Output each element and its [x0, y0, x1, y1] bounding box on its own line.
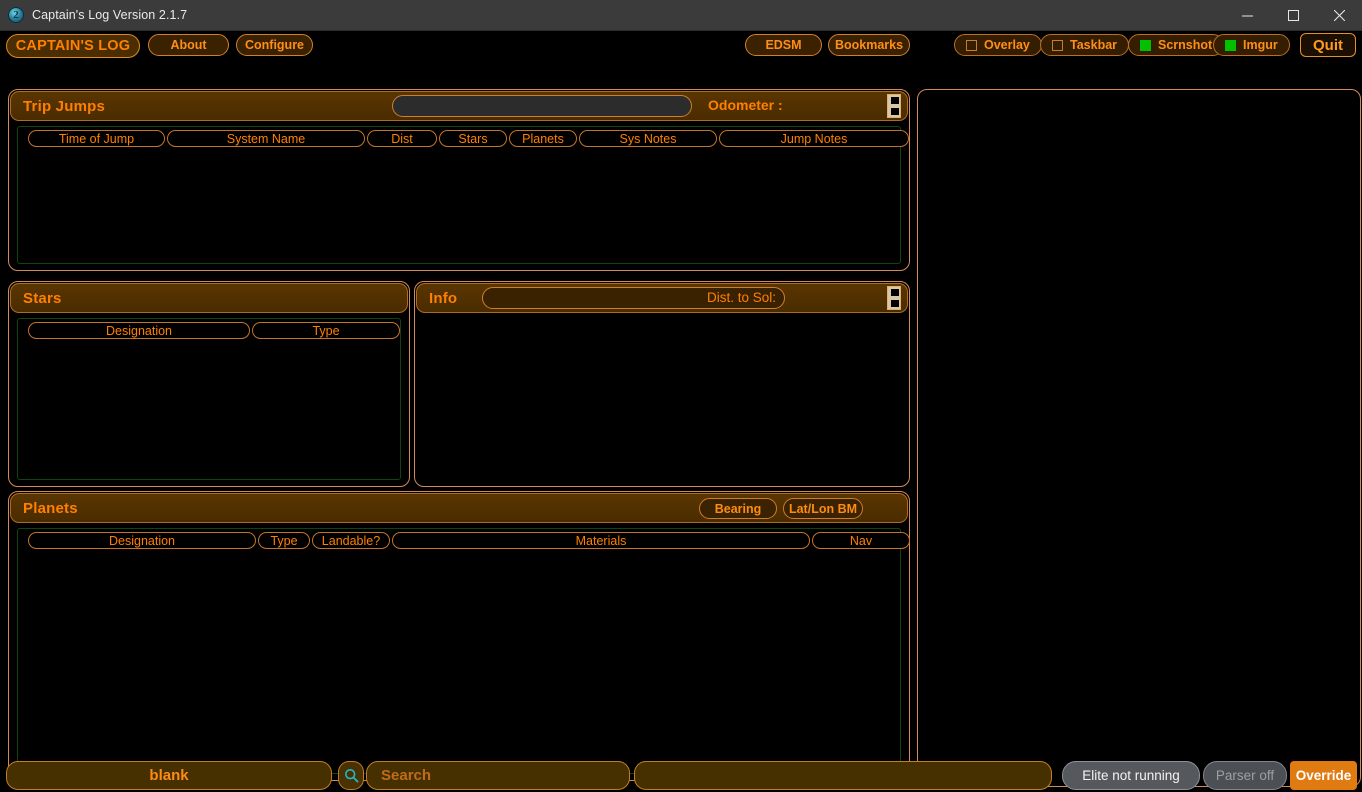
checkbox-overlay[interactable]: Overlay: [954, 34, 1042, 56]
column-nav[interactable]: Nav: [812, 532, 910, 549]
dist-to-sol-label: Dist. to Sol:: [706, 290, 776, 305]
top-toolbar: CAPTAIN'S LOG About Configure EDSM Bookm…: [0, 31, 1362, 60]
checkbox-taskbar[interactable]: Taskbar: [1040, 34, 1130, 56]
checkbox-box-imgur: [1225, 39, 1236, 51]
checkbox-scrnshot[interactable]: Scrnshot: [1128, 34, 1225, 56]
column-jump-notes[interactable]: Jump Notes: [719, 130, 909, 147]
column-star-type[interactable]: Type: [252, 322, 400, 339]
bearing-button[interactable]: Bearing: [699, 498, 777, 519]
checkbox-box-taskbar: [1052, 39, 1063, 51]
dist-to-sol-field[interactable]: Dist. to Sol:: [482, 287, 785, 309]
planets-list[interactable]: Designation Type Landable? Materials Nav: [17, 528, 910, 774]
maximize-icon[interactable]: [1270, 0, 1316, 31]
column-landable[interactable]: Landable?: [312, 532, 390, 549]
checkbox-label-overlay: Overlay: [984, 38, 1030, 52]
captains-log-button[interactable]: CAPTAIN'S LOG: [6, 34, 140, 58]
status-parser[interactable]: Parser off: [1203, 761, 1287, 790]
right-display-panel[interactable]: [917, 89, 1361, 787]
column-materials[interactable]: Materials: [392, 532, 810, 549]
column-star-designation[interactable]: Designation: [28, 322, 250, 339]
trip-jumps-scroll-spinner[interactable]: [887, 94, 901, 118]
checkbox-label-imgur: Imgur: [1243, 38, 1278, 52]
planets-panel: Planets Bearing Lat/Lon BM Designation T…: [8, 491, 910, 781]
trip-jumps-panel: Trip Jumps Odometer : Time of Jump Syste…: [8, 89, 910, 271]
trip-jumps-title: Trip Jumps: [23, 97, 106, 115]
minimize-icon[interactable]: [1224, 0, 1270, 31]
column-time-of-jump[interactable]: Time of Jump: [28, 130, 165, 147]
checkbox-label-scrnshot: Scrnshot: [1158, 38, 1213, 52]
window-titlebar: Captain's Log Version 2.1.7: [0, 0, 1362, 31]
stars-list[interactable]: Designation Type: [17, 318, 401, 480]
column-planet-type[interactable]: Type: [258, 532, 310, 549]
trip-jumps-header: Trip Jumps Odometer :: [10, 91, 908, 121]
info-panel: Info Dist. to Sol:: [414, 281, 910, 487]
info-header: Info Dist. to Sol:: [416, 283, 908, 313]
info-body[interactable]: [419, 316, 905, 482]
search-placeholder: Search: [381, 767, 432, 784]
app-icon: [8, 7, 24, 23]
column-planets[interactable]: Planets: [509, 130, 577, 147]
trip-jumps-list[interactable]: Time of Jump System Name Dist Stars Plan…: [17, 126, 909, 264]
search-icon[interactable]: [338, 761, 364, 790]
checkbox-label-taskbar: Taskbar: [1070, 38, 1118, 52]
edsm-button[interactable]: EDSM: [745, 34, 822, 56]
search-input[interactable]: Search: [366, 761, 630, 790]
about-button[interactable]: About: [148, 34, 229, 56]
odometer-label: Odometer :: [708, 97, 783, 113]
column-system-name[interactable]: System Name: [167, 130, 365, 147]
bookmarks-button[interactable]: Bookmarks: [828, 34, 910, 56]
planets-title: Planets: [23, 499, 78, 517]
checkbox-imgur[interactable]: Imgur: [1213, 34, 1290, 56]
window-controls: [1224, 0, 1362, 31]
window-title: Captain's Log Version 2.1.7: [32, 8, 188, 22]
blank-field[interactable]: blank: [6, 761, 332, 790]
app-root: CAPTAIN'S LOG About Configure EDSM Bookm…: [0, 31, 1362, 792]
stars-header: Stars: [10, 283, 408, 313]
column-stars[interactable]: Stars: [439, 130, 507, 147]
configure-button[interactable]: Configure: [236, 34, 313, 56]
close-icon[interactable]: [1316, 0, 1362, 31]
stars-panel: Stars Designation Type: [8, 281, 410, 487]
latlon-bm-button[interactable]: Lat/Lon BM: [783, 498, 863, 519]
checkbox-box-scrnshot: [1140, 39, 1151, 51]
quit-button[interactable]: Quit: [1300, 33, 1356, 57]
stars-title: Stars: [23, 289, 62, 307]
odometer-input[interactable]: [392, 95, 692, 117]
override-button[interactable]: Override: [1290, 761, 1357, 790]
column-planet-designation[interactable]: Designation: [28, 532, 256, 549]
info-scroll-spinner[interactable]: [887, 286, 901, 310]
status-elite[interactable]: Elite not running: [1062, 761, 1200, 790]
bottom-status-bar: blank Search Elite not running Parser of…: [0, 759, 1362, 792]
column-sys-notes[interactable]: Sys Notes: [579, 130, 717, 147]
checkbox-box-overlay: [966, 39, 977, 51]
column-dist[interactable]: Dist: [367, 130, 437, 147]
info-title: Info: [429, 289, 458, 307]
planets-header: Planets Bearing Lat/Lon BM: [10, 493, 908, 523]
message-field[interactable]: [634, 761, 1052, 790]
